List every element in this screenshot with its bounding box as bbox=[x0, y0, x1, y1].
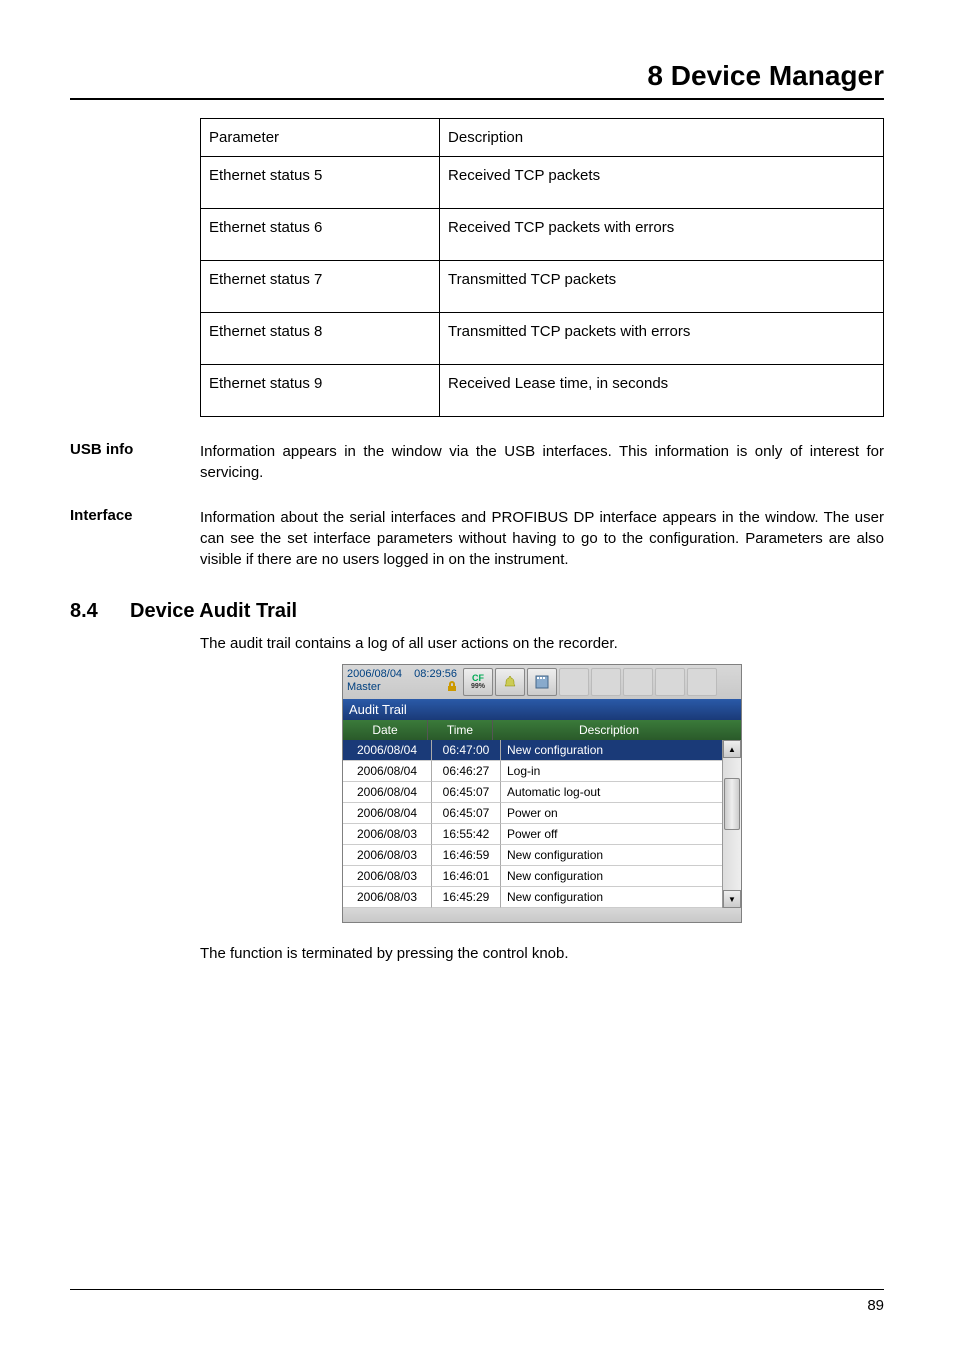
usb-info-text: Information appears in the window via th… bbox=[200, 441, 884, 483]
param-cell: Received TCP packets with errors bbox=[440, 209, 884, 261]
audit-cell-date: 2006/08/03 bbox=[343, 866, 432, 887]
audit-cell-desc: New configuration bbox=[501, 887, 741, 908]
param-header-description: Description bbox=[440, 119, 884, 157]
audit-cell-date: 2006/08/03 bbox=[343, 887, 432, 908]
param-cell: Ethernet status 5 bbox=[201, 157, 440, 209]
section-intro: The audit trail contains a log of all us… bbox=[200, 633, 884, 654]
param-cell: Ethernet status 7 bbox=[201, 261, 440, 313]
lock-icon bbox=[447, 681, 457, 695]
audit-cell-desc: Log-in bbox=[501, 761, 741, 782]
cf-percent: 99% bbox=[471, 683, 485, 690]
audit-cell-desc: New configuration bbox=[501, 740, 741, 761]
audit-row[interactable]: 2006/08/0406:46:27Log-in bbox=[343, 761, 741, 782]
alarm-icon bbox=[495, 668, 525, 696]
audit-row[interactable]: 2006/08/0406:45:07Automatic log-out bbox=[343, 782, 741, 803]
audit-cell-time: 16:46:01 bbox=[432, 866, 501, 887]
usb-info-label: USB info bbox=[70, 441, 200, 483]
param-cell: Transmitted TCP packets bbox=[440, 261, 884, 313]
interface-text: Information about the serial interfaces … bbox=[200, 507, 884, 570]
param-cell: Ethernet status 9 bbox=[201, 365, 440, 417]
audit-row[interactable]: 2006/08/0316:45:29New configuration bbox=[343, 887, 741, 908]
audit-row[interactable]: 2006/08/0316:46:59New configuration bbox=[343, 845, 741, 866]
cf-label: CF bbox=[471, 674, 485, 683]
screenshot-statusbar: 2006/08/04 Master 08:29:56 CF 99 bbox=[343, 665, 741, 699]
section-number: 8.4 bbox=[70, 600, 130, 623]
audit-row[interactable]: 2006/08/0316:46:01New configuration bbox=[343, 866, 741, 887]
page-number: 89 bbox=[867, 1297, 884, 1314]
param-header-parameter: Parameter bbox=[201, 119, 440, 157]
audit-cell-desc: New configuration bbox=[501, 866, 741, 887]
screenshot-footer bbox=[343, 908, 741, 922]
audit-row[interactable]: 2006/08/0406:47:00New configuration bbox=[343, 740, 741, 761]
audit-cell-desc: Automatic log-out bbox=[501, 782, 741, 803]
param-cell: Ethernet status 6 bbox=[201, 209, 440, 261]
audit-cell-time: 06:46:27 bbox=[432, 761, 501, 782]
scroll-up-button[interactable]: ▲ bbox=[723, 740, 741, 758]
scroll-down-button[interactable]: ▼ bbox=[723, 890, 741, 908]
scroll-thumb[interactable] bbox=[724, 778, 740, 830]
audit-cell-time: 16:46:59 bbox=[432, 845, 501, 866]
audit-cell-date: 2006/08/04 bbox=[343, 803, 432, 824]
col-header-time: Time bbox=[428, 720, 493, 740]
footer-rule bbox=[70, 1289, 884, 1290]
audit-cell-time: 16:55:42 bbox=[432, 824, 501, 845]
audit-cell-desc: New configuration bbox=[501, 845, 741, 866]
audit-table-body: 2006/08/0406:47:00New configuration2006/… bbox=[343, 740, 741, 908]
toolbar-slot bbox=[687, 668, 717, 696]
toolbar-slot bbox=[655, 668, 685, 696]
audit-cell-date: 2006/08/04 bbox=[343, 761, 432, 782]
section-outro: The function is terminated by pressing t… bbox=[200, 943, 884, 964]
audit-cell-date: 2006/08/04 bbox=[343, 740, 432, 761]
screenshot-title: Audit Trail bbox=[343, 699, 741, 720]
keypad-icon bbox=[527, 668, 557, 696]
audit-cell-date: 2006/08/03 bbox=[343, 845, 432, 866]
col-header-date: Date bbox=[343, 720, 428, 740]
toolbar-slot bbox=[591, 668, 621, 696]
parameter-table: Parameter Description Ethernet status 5R… bbox=[200, 118, 884, 417]
audit-cell-desc: Power on bbox=[501, 803, 741, 824]
param-cell: Transmitted TCP packets with errors bbox=[440, 313, 884, 365]
audit-table-header: Date Time Description bbox=[343, 720, 741, 740]
param-cell: Received Lease time, in seconds bbox=[440, 365, 884, 417]
chapter-title: 8 Device Manager bbox=[70, 60, 884, 92]
audit-cell-time: 06:47:00 bbox=[432, 740, 501, 761]
param-cell: Received TCP packets bbox=[440, 157, 884, 209]
interface-label: Interface bbox=[70, 507, 200, 570]
cf-card-icon: CF 99% bbox=[463, 668, 493, 696]
audit-cell-time: 16:45:29 bbox=[432, 887, 501, 908]
scrollbar[interactable]: ▲ ▼ bbox=[722, 740, 741, 908]
scroll-track[interactable] bbox=[723, 758, 741, 890]
audit-cell-date: 2006/08/04 bbox=[343, 782, 432, 803]
section-title: Device Audit Trail bbox=[130, 600, 297, 623]
status-time: 08:29:56 bbox=[414, 668, 457, 681]
param-cell: Ethernet status 8 bbox=[201, 313, 440, 365]
audit-cell-time: 06:45:07 bbox=[432, 782, 501, 803]
audit-row[interactable]: 2006/08/0316:55:42Power off bbox=[343, 824, 741, 845]
status-date: 2006/08/04 bbox=[347, 668, 402, 681]
col-header-desc: Description bbox=[493, 720, 741, 740]
status-user: Master bbox=[347, 681, 402, 694]
toolbar-slot bbox=[559, 668, 589, 696]
toolbar-slot bbox=[623, 668, 653, 696]
audit-cell-desc: Power off bbox=[501, 824, 741, 845]
audit-cell-time: 06:45:07 bbox=[432, 803, 501, 824]
audit-trail-screenshot: 2006/08/04 Master 08:29:56 CF 99 bbox=[342, 664, 742, 923]
audit-row[interactable]: 2006/08/0406:45:07Power on bbox=[343, 803, 741, 824]
audit-cell-date: 2006/08/03 bbox=[343, 824, 432, 845]
